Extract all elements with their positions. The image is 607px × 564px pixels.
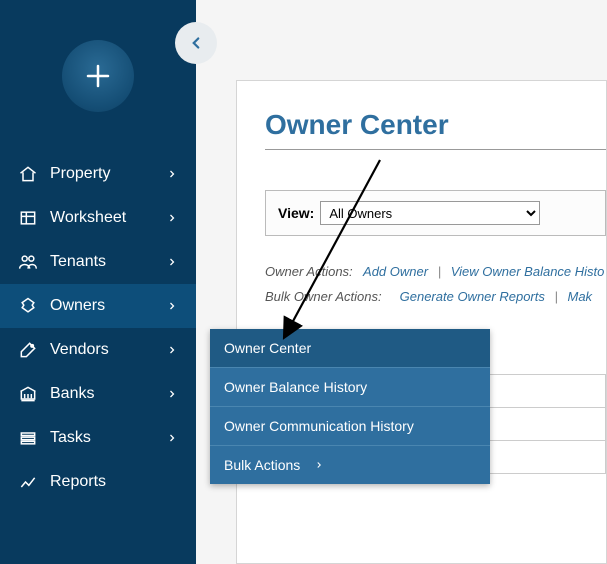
chevron-right-icon <box>166 300 178 312</box>
sidebar-item-property[interactable]: Property <box>0 152 196 196</box>
add-button[interactable] <box>62 40 134 112</box>
sidebar-item-label: Banks <box>50 385 166 403</box>
chevron-right-icon <box>166 388 178 400</box>
sidebar-item-label: Vendors <box>50 341 166 359</box>
add-owner-link[interactable]: Add Owner <box>363 264 428 279</box>
sidebar-collapse-button[interactable] <box>175 22 217 64</box>
submenu-owner-center[interactable]: Owner Center <box>210 329 490 368</box>
chevron-right-icon <box>166 168 178 180</box>
owners-icon <box>18 296 38 316</box>
view-filter-row: View: All Owners <box>265 190 606 236</box>
page-title: Owner Center <box>265 109 606 141</box>
submenu-item-label: Bulk Actions <box>224 457 300 473</box>
submenu-item-label: Owner Communication History <box>224 418 414 434</box>
banks-icon <box>18 384 38 404</box>
owners-submenu: Owner Center Owner Balance History Owner… <box>210 329 490 484</box>
plus-icon <box>83 61 113 91</box>
worksheet-icon <box>18 208 38 228</box>
sidebar-item-worksheet[interactable]: Worksheet <box>0 196 196 240</box>
submenu-balance-history[interactable]: Owner Balance History <box>210 368 490 407</box>
home-icon <box>18 164 38 184</box>
owner-actions-label: Owner Actions: <box>265 264 353 279</box>
sidebar-nav: Property Worksheet Tenants Owners Vendor… <box>0 152 196 504</box>
sidebar-item-owners[interactable]: Owners <box>0 284 196 328</box>
sidebar-item-reports[interactable]: Reports <box>0 460 196 504</box>
content-panel: Owner Center View: All Owners Owner Acti… <box>236 80 607 564</box>
sidebar: Property Worksheet Tenants Owners Vendor… <box>0 0 196 564</box>
submenu-communication-history[interactable]: Owner Communication History <box>210 407 490 446</box>
chevron-right-icon <box>314 460 324 470</box>
chevron-right-icon <box>166 432 178 444</box>
chevron-left-icon <box>187 34 205 52</box>
separator: | <box>554 289 557 304</box>
make-link[interactable]: Mak <box>568 289 593 304</box>
sidebar-item-label: Reports <box>50 473 178 491</box>
reports-icon <box>18 472 38 492</box>
sidebar-item-vendors[interactable]: Vendors <box>0 328 196 372</box>
bulk-actions-label: Bulk Owner Actions: <box>265 289 382 304</box>
view-balance-link[interactable]: View Owner Balance Histo <box>451 264 605 279</box>
sidebar-item-tenants[interactable]: Tenants <box>0 240 196 284</box>
sidebar-item-label: Property <box>50 165 166 183</box>
generate-reports-link[interactable]: Generate Owner Reports <box>400 289 545 304</box>
sidebar-item-label: Owners <box>50 297 166 315</box>
separator: | <box>438 264 441 279</box>
submenu-item-label: Owner Center <box>224 340 311 356</box>
sidebar-item-label: Tenants <box>50 253 166 271</box>
title-divider <box>265 149 606 150</box>
chevron-right-icon <box>166 212 178 224</box>
view-label: View: <box>278 205 314 221</box>
submenu-bulk-actions[interactable]: Bulk Actions <box>210 446 490 484</box>
sidebar-item-label: Worksheet <box>50 209 166 227</box>
chevron-right-icon <box>166 344 178 356</box>
sidebar-item-banks[interactable]: Banks <box>0 372 196 416</box>
view-select[interactable]: All Owners <box>320 201 540 225</box>
chevron-right-icon <box>166 256 178 268</box>
bulk-actions-row: Bulk Owner Actions: Generate Owner Repor… <box>265 289 606 304</box>
sidebar-item-tasks[interactable]: Tasks <box>0 416 196 460</box>
sidebar-item-label: Tasks <box>50 429 166 447</box>
tenants-icon <box>18 252 38 272</box>
tasks-icon <box>18 428 38 448</box>
submenu-item-label: Owner Balance History <box>224 379 367 395</box>
vendors-icon <box>18 340 38 360</box>
owner-actions-row: Owner Actions: Add Owner | View Owner Ba… <box>265 264 606 279</box>
